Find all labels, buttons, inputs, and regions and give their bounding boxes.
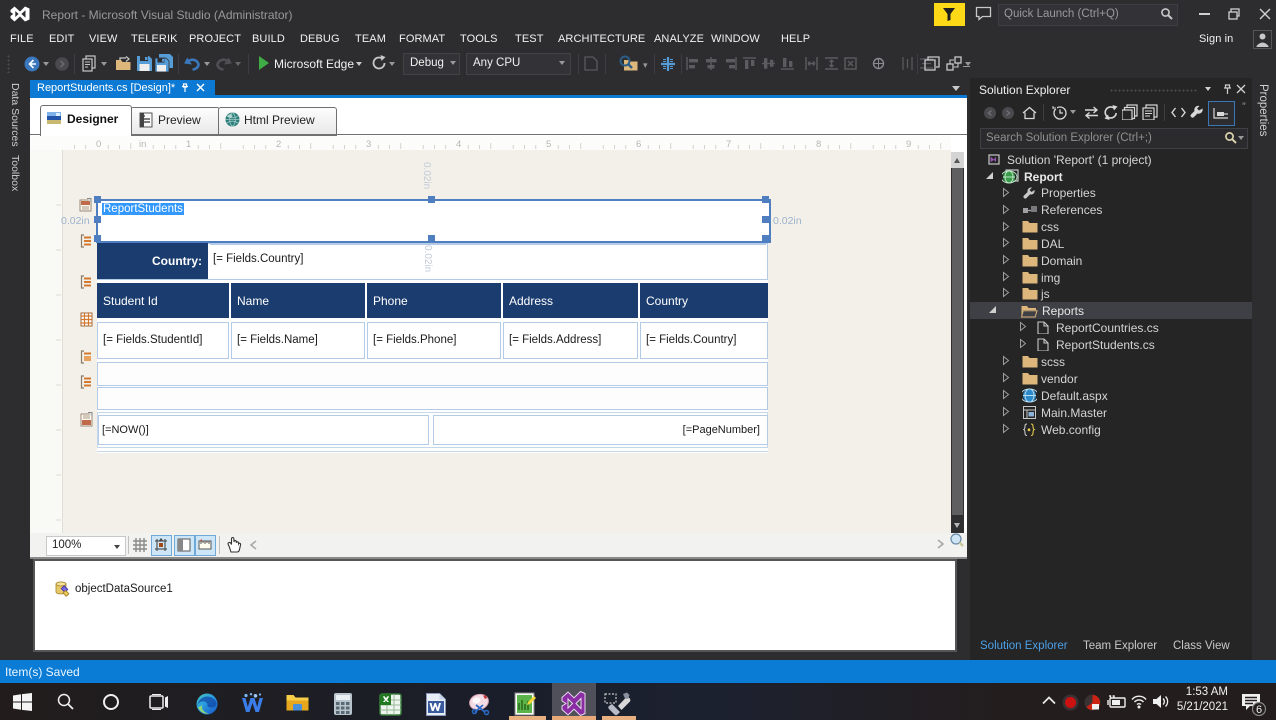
svg-text:0: 0 [62,186,63,191]
svg-text:0: 0 [96,139,101,150]
svg-text:in: in [139,139,146,150]
svg-text:2: 2 [62,380,63,385]
svg-text:6: 6 [1256,704,1262,716]
svg-text:3: 3 [366,139,371,150]
svg-text:6: 6 [636,139,641,150]
svg-text:1: 1 [186,139,191,150]
svg-text:3: 3 [62,472,63,477]
svg-text:7: 7 [726,139,731,150]
svg-text:9: 9 [906,139,911,150]
svg-text:8: 8 [816,139,821,150]
svg-text:5: 5 [546,139,551,150]
svg-text:in: in [62,284,63,291]
svg-text:1: 1 [62,318,63,323]
svg-text:2: 2 [276,139,281,150]
svg-text:4: 4 [456,139,461,150]
